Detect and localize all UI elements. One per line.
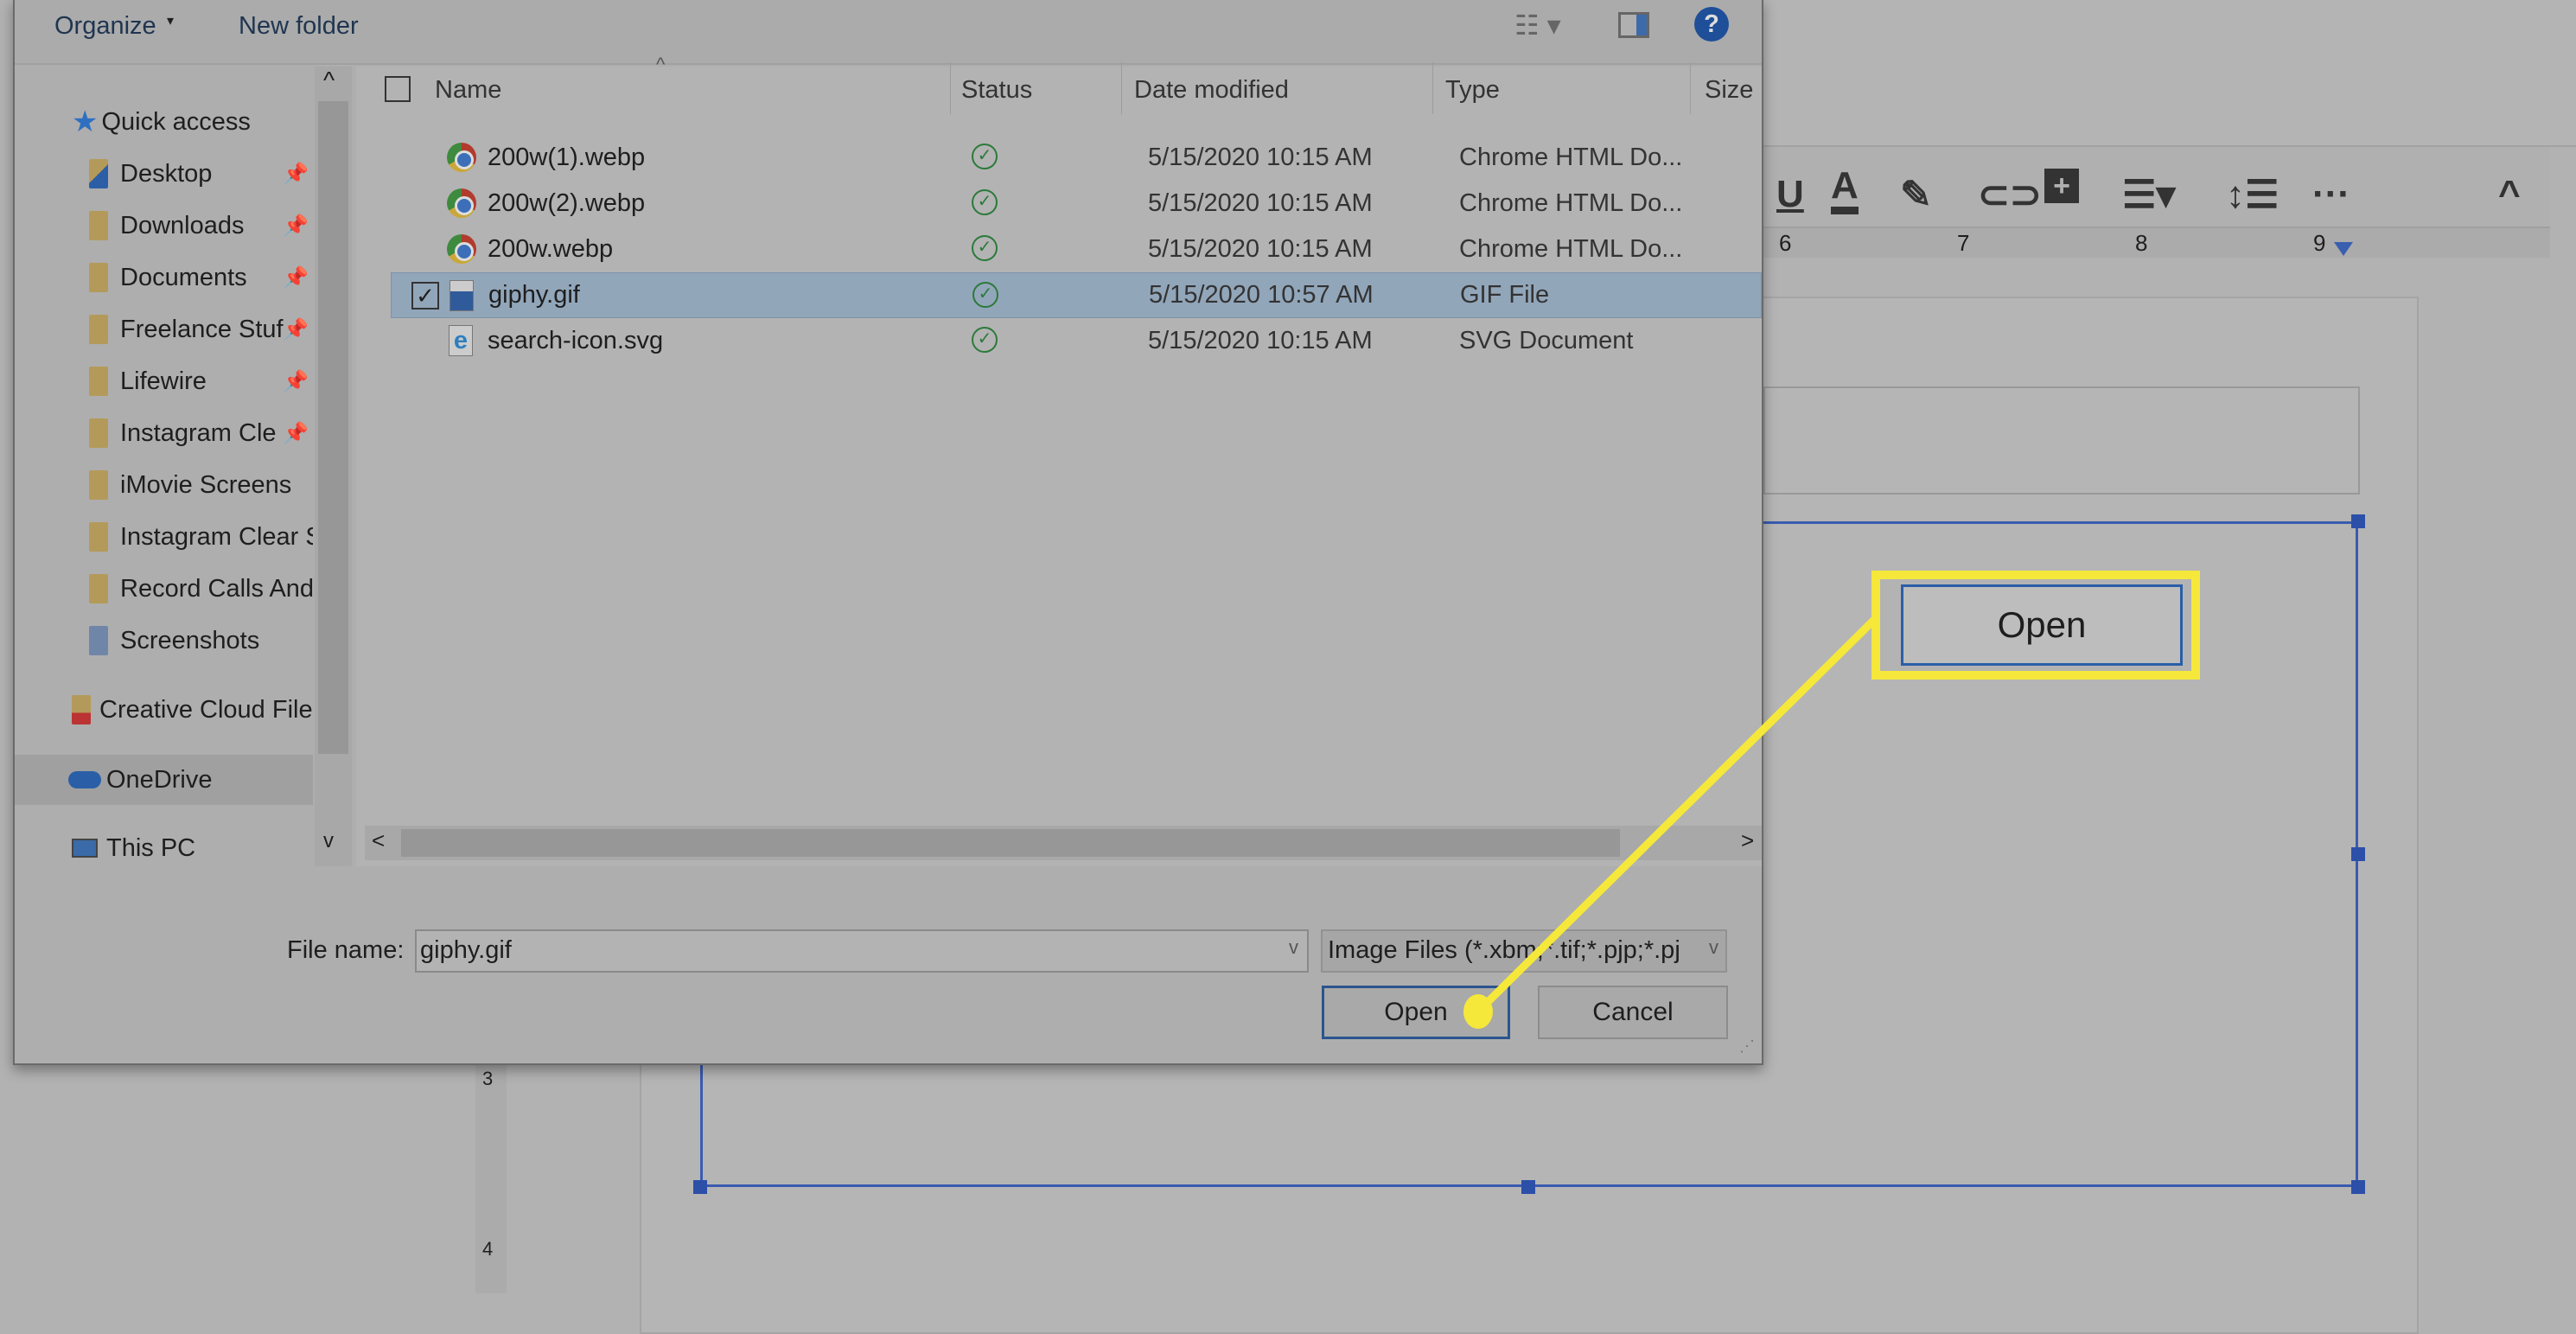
callout-dot bbox=[1463, 994, 1493, 1029]
callout-open-button: Open bbox=[1901, 584, 2183, 666]
callout-box: Open bbox=[1871, 571, 2200, 680]
